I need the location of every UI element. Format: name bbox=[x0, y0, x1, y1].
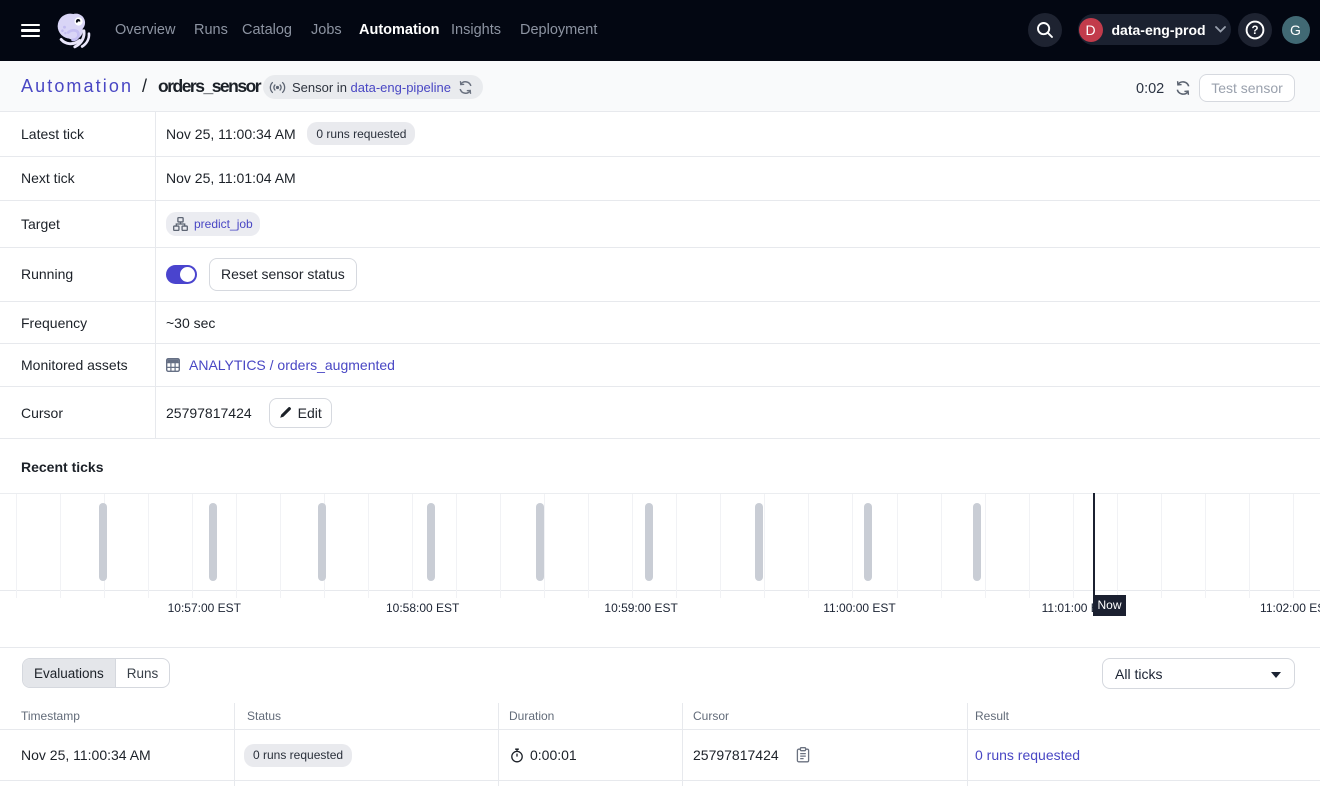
svg-text:?: ? bbox=[1251, 25, 1258, 37]
